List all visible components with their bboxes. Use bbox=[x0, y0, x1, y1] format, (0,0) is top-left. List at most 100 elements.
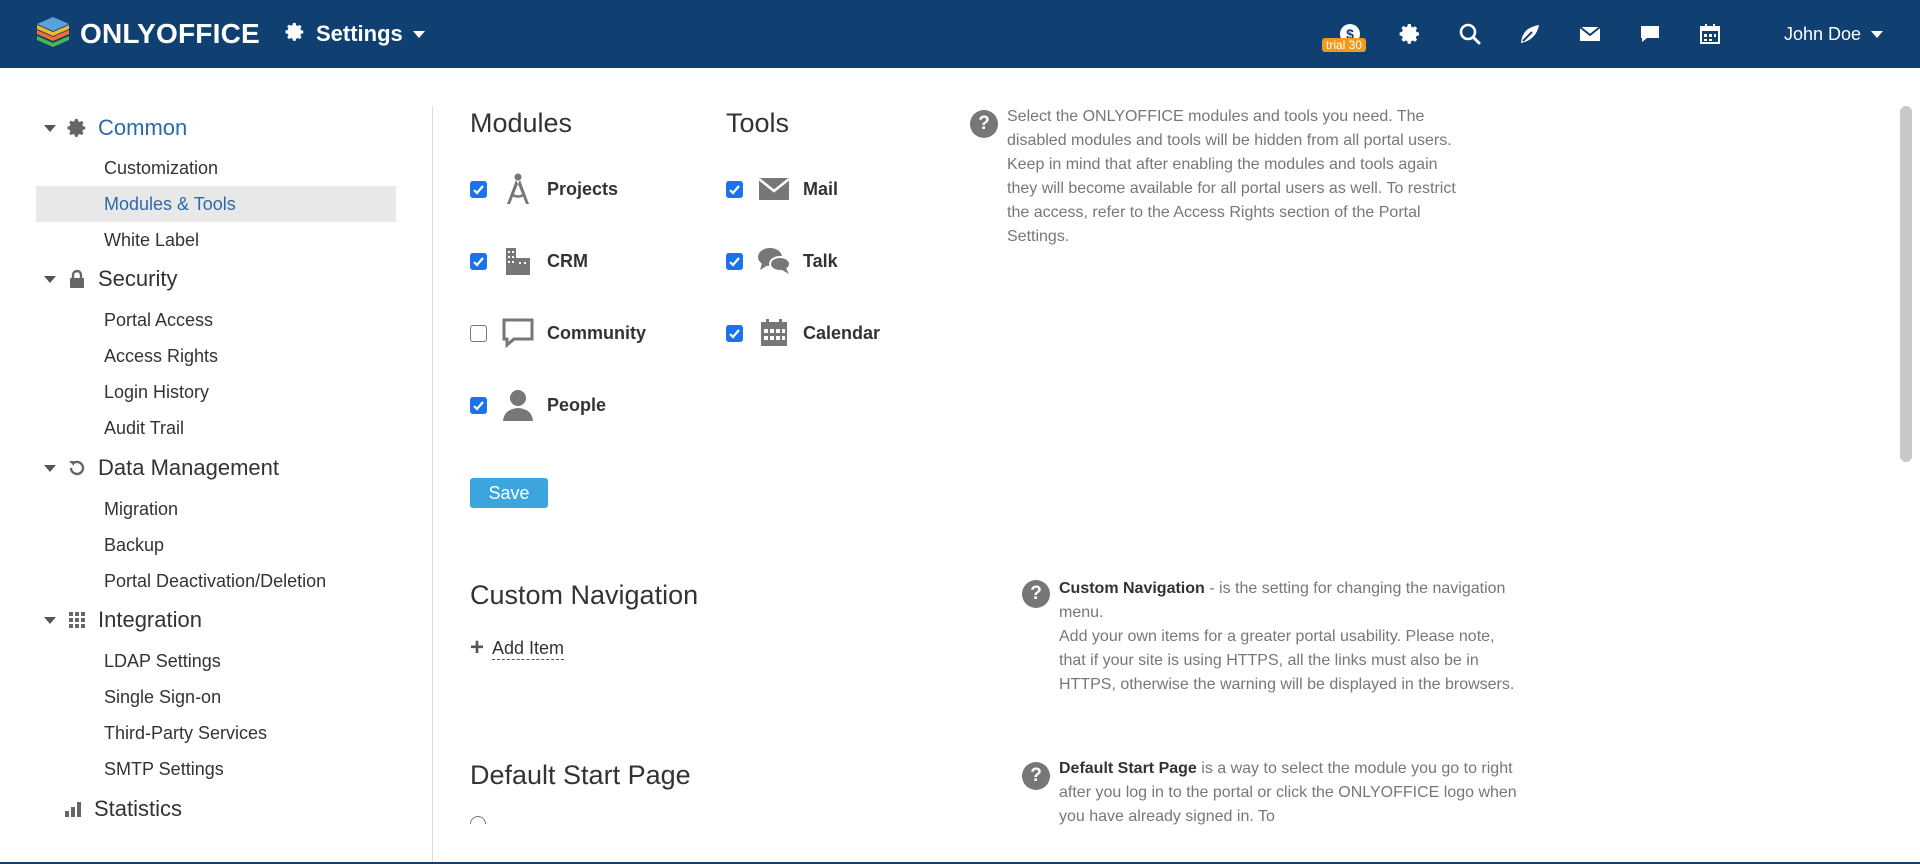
crm-checkbox[interactable] bbox=[470, 252, 487, 270]
custom-navigation-title: Custom Navigation bbox=[470, 580, 699, 610]
talk-icon[interactable] bbox=[1634, 18, 1666, 50]
module-selector-label: Settings bbox=[316, 21, 403, 46]
community-icon bbox=[501, 316, 535, 350]
sidebar-item-third-party-services[interactable]: Third-Party Services bbox=[36, 715, 396, 751]
logo-text: ONLYOFFICE bbox=[80, 18, 260, 49]
chevron-down-icon bbox=[1871, 30, 1884, 38]
calendar-icon bbox=[757, 316, 791, 350]
caret-down-icon bbox=[44, 275, 56, 283]
sidebar-item-white-label[interactable]: White Label bbox=[36, 222, 396, 258]
chevron-down-icon bbox=[412, 30, 425, 38]
custom-navigation-help-text: Custom Navigation - is the setting for c… bbox=[1059, 577, 1519, 697]
sidebar-item-access-rights[interactable]: Access Rights bbox=[36, 338, 396, 374]
modules-title: Modules bbox=[470, 108, 573, 138]
sidebar-divider bbox=[432, 106, 433, 862]
default-start-page-title: Default Start Page bbox=[470, 760, 691, 790]
bar-chart-icon bbox=[62, 798, 84, 820]
sidebar-group-common[interactable]: Common bbox=[44, 112, 187, 144]
calendar-checkbox[interactable] bbox=[726, 324, 743, 342]
sidebar-group-integration[interactable]: Integration bbox=[44, 604, 202, 636]
sidebar-item-ldap-settings[interactable]: LDAP Settings bbox=[36, 643, 396, 679]
mail-icon[interactable] bbox=[1574, 18, 1606, 50]
mail-icon bbox=[757, 172, 791, 206]
talk-checkbox[interactable] bbox=[726, 252, 743, 270]
module-selector[interactable]: Settings bbox=[284, 18, 425, 50]
start-page-help-clip: Default Start Page is a way to select th… bbox=[1059, 757, 1519, 825]
plus-icon: + bbox=[470, 634, 485, 661]
people-checkbox[interactable] bbox=[470, 396, 487, 414]
lock-icon bbox=[66, 268, 88, 290]
gear-icon bbox=[284, 21, 306, 48]
module-label: Community bbox=[547, 322, 646, 343]
caret-down-icon bbox=[44, 124, 56, 132]
sidebar-item-single-sign-on[interactable]: Single Sign-on bbox=[36, 679, 396, 715]
logo-layers-icon bbox=[34, 13, 72, 56]
feed-icon[interactable] bbox=[1514, 18, 1546, 50]
sidebar-group-label: Common bbox=[98, 115, 188, 140]
module-label: CRM bbox=[547, 250, 588, 271]
search-icon[interactable] bbox=[1454, 18, 1486, 50]
start-page-help-text: Default Start Page is a way to select th… bbox=[1059, 757, 1519, 825]
sidebar-item-backup[interactable]: Backup bbox=[36, 527, 396, 563]
talk-icon bbox=[757, 244, 791, 278]
onlyoffice-logo[interactable]: ONLYOFFICE bbox=[34, 14, 260, 54]
sidebar-item-smtp-settings[interactable]: SMTP Settings bbox=[36, 751, 396, 787]
sidebar-group-data-management[interactable]: Data Management bbox=[44, 452, 279, 484]
module-row-people[interactable]: People bbox=[470, 385, 606, 425]
tools-title: Tools bbox=[726, 108, 790, 138]
gear-icon[interactable] bbox=[1394, 18, 1426, 50]
help-icon[interactable]: ? bbox=[1022, 762, 1050, 790]
sidebar-item-portal-deactivation[interactable]: Portal Deactivation/Deletion bbox=[36, 563, 396, 599]
modules-help-text: Select the ONLYOFFICE modules and tools … bbox=[1007, 108, 1456, 245]
restore-icon bbox=[66, 457, 88, 479]
projects-checkbox[interactable] bbox=[470, 180, 487, 198]
module-label: People bbox=[547, 394, 607, 415]
start-page-radio-clipped[interactable] bbox=[470, 814, 488, 824]
trial-badge[interactable]: trial 30 bbox=[1322, 38, 1367, 52]
people-icon bbox=[501, 388, 535, 422]
user-name: John Doe bbox=[1784, 23, 1862, 44]
help-icon[interactable]: ? bbox=[970, 110, 998, 138]
crm-icon bbox=[501, 244, 535, 278]
sidebar-group-label: Statistics bbox=[94, 796, 183, 821]
sidebar-item-audit-trail[interactable]: Audit Trail bbox=[36, 410, 396, 446]
caret-down-icon bbox=[44, 616, 56, 624]
tool-label: Talk bbox=[803, 250, 838, 271]
sidebar-item-modules-tools[interactable]: Modules & Tools bbox=[36, 186, 396, 222]
community-checkbox[interactable] bbox=[470, 324, 487, 342]
caret-down-icon bbox=[44, 464, 56, 472]
tool-row-talk[interactable]: Talk bbox=[726, 241, 838, 281]
tool-label: Mail bbox=[803, 178, 839, 199]
sidebar-group-label: Security bbox=[98, 266, 178, 291]
add-item-label: Add Item bbox=[492, 637, 565, 660]
sidebar-group-label: Data Management bbox=[98, 455, 279, 480]
sidebar-item-migration[interactable]: Migration bbox=[36, 491, 396, 527]
module-row-crm[interactable]: CRM bbox=[470, 241, 588, 281]
top-bar: ONLYOFFICE Settings $ trial 30 John Doe bbox=[0, 0, 1920, 68]
help-bold-term: Custom Navigation bbox=[1059, 580, 1205, 597]
user-menu[interactable]: John Doe bbox=[1784, 18, 1884, 50]
help-bold-term: Default Start Page bbox=[1059, 760, 1197, 777]
tool-label: Calendar bbox=[803, 322, 881, 343]
page-scrollbar[interactable] bbox=[1900, 106, 1912, 462]
grid-icon bbox=[66, 609, 88, 631]
projects-icon bbox=[501, 172, 535, 206]
sidebar-group-security[interactable]: Security bbox=[44, 263, 177, 295]
add-item-link[interactable]: + Add Item bbox=[470, 634, 565, 662]
tool-row-mail[interactable]: Mail bbox=[726, 169, 838, 209]
mail-checkbox[interactable] bbox=[726, 180, 743, 198]
module-row-projects[interactable]: Projects bbox=[470, 169, 618, 209]
sidebar-group-label: Integration bbox=[98, 607, 202, 632]
sidebar-item-login-history[interactable]: Login History bbox=[36, 374, 396, 410]
module-label: Projects bbox=[547, 178, 619, 199]
sidebar-item-portal-access[interactable]: Portal Access bbox=[36, 302, 396, 338]
module-row-community[interactable]: Community bbox=[470, 313, 646, 353]
save-button[interactable]: Save bbox=[470, 478, 548, 508]
sidebar-group-statistics[interactable]: Statistics bbox=[62, 793, 182, 825]
help-icon[interactable]: ? bbox=[1022, 580, 1050, 608]
help-paragraph: Add your own items for a greater portal … bbox=[1059, 628, 1515, 693]
gear-icon bbox=[66, 117, 88, 139]
tool-row-calendar[interactable]: Calendar bbox=[726, 313, 880, 353]
sidebar-item-customization[interactable]: Customization bbox=[36, 150, 396, 186]
calendar-icon[interactable] bbox=[1694, 18, 1726, 50]
